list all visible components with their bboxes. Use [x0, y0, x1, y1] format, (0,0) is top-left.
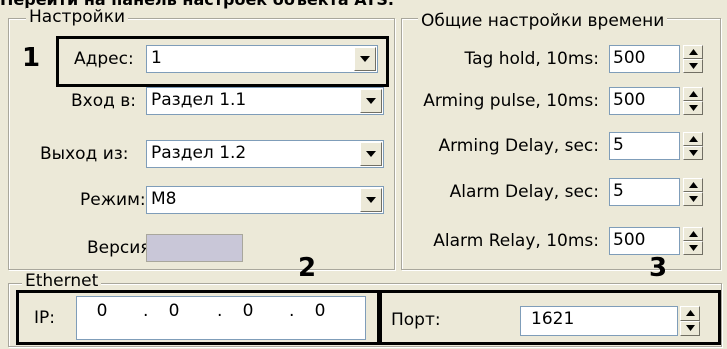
alarm-relay-spinner[interactable] [683, 227, 703, 255]
arming-pulse-field[interactable]: 500 [609, 87, 680, 115]
spin-down-icon[interactable] [683, 59, 703, 73]
spin-up-icon[interactable] [680, 306, 700, 321]
chevron-down-icon[interactable] [360, 188, 382, 212]
ip-dot: . [217, 301, 223, 321]
arming-pulse-spinner[interactable] [683, 87, 703, 115]
address-label: Адрес: [74, 49, 134, 69]
callout-2: 2 [298, 253, 317, 283]
port-spinner[interactable] [680, 306, 700, 336]
ip-octet[interactable]: 0 [305, 301, 335, 321]
spin-up-icon[interactable] [683, 227, 703, 241]
tag-hold-spinner[interactable] [683, 45, 703, 73]
spin-down-icon[interactable] [683, 241, 703, 255]
ip-octet[interactable]: 0 [233, 301, 263, 321]
tag-hold-field[interactable]: 500 [609, 45, 680, 73]
timing-label: Arming pulse, 10ms: [423, 91, 599, 111]
chevron-down-icon[interactable] [354, 47, 376, 71]
tag-hold-value: 500 [613, 48, 646, 68]
timing-legend: Общие настройки времени [418, 12, 668, 30]
timing-label: Alarm Relay, 10ms: [433, 231, 599, 251]
output-combobox[interactable]: Раздел 1.2 [146, 140, 384, 168]
callout-3: 3 [649, 253, 668, 283]
arming-delay-value: 5 [613, 135, 624, 155]
port-field[interactable]: 1621 [520, 306, 678, 336]
mode-label: Режим: [80, 190, 146, 210]
output-label: Выход из: [40, 144, 129, 164]
chevron-down-icon[interactable] [360, 142, 382, 166]
alarm-delay-value: 5 [613, 181, 624, 201]
ip-label: IP: [34, 308, 55, 328]
ip-octet[interactable]: 0 [87, 301, 117, 321]
mode-combobox[interactable]: M8 [146, 186, 384, 214]
arming-delay-field[interactable]: 5 [609, 132, 680, 160]
arming-delay-spinner[interactable] [683, 132, 703, 160]
callout-1: 1 [22, 43, 41, 73]
timing-label: Tag hold, 10ms: [464, 49, 599, 69]
arming-pulse-value: 500 [613, 90, 646, 110]
input-label: Вход в: [71, 91, 137, 111]
input-value: Раздел 1.1 [151, 90, 247, 110]
ip-dot: . [289, 301, 295, 321]
spin-down-icon[interactable] [683, 192, 703, 206]
spin-down-icon[interactable] [683, 146, 703, 160]
mode-value: M8 [151, 189, 177, 209]
alarm-delay-field[interactable]: 5 [609, 178, 680, 206]
spin-up-icon[interactable] [683, 87, 703, 101]
port-label: Порт: [391, 310, 441, 330]
input-combobox[interactable]: Раздел 1.1 [146, 87, 384, 115]
spin-up-icon[interactable] [683, 178, 703, 192]
chevron-down-icon[interactable] [360, 89, 382, 113]
ip-dot: . [143, 301, 149, 321]
address-value: 1 [151, 48, 162, 68]
timing-label: Alarm Delay, sec: [449, 182, 599, 202]
alarm-relay-field[interactable]: 500 [609, 227, 680, 255]
ethernet-legend: Ethernet [22, 272, 102, 290]
version-field [146, 234, 243, 262]
settings-legend: Настройки [26, 8, 129, 26]
ip-address-field[interactable]: 0 . 0 . 0 . 0 [76, 296, 366, 340]
port-value: 1621 [531, 309, 575, 329]
spin-up-icon[interactable] [683, 132, 703, 146]
address-combobox[interactable]: 1 [146, 45, 378, 73]
alarm-relay-value: 500 [613, 230, 646, 250]
timing-label: Arming Delay, sec: [438, 136, 599, 156]
output-value: Раздел 1.2 [151, 143, 247, 163]
spin-up-icon[interactable] [683, 45, 703, 59]
spin-down-icon[interactable] [680, 321, 700, 336]
ip-octet[interactable]: 0 [159, 301, 189, 321]
spin-down-icon[interactable] [683, 101, 703, 115]
alarm-delay-spinner[interactable] [683, 178, 703, 206]
